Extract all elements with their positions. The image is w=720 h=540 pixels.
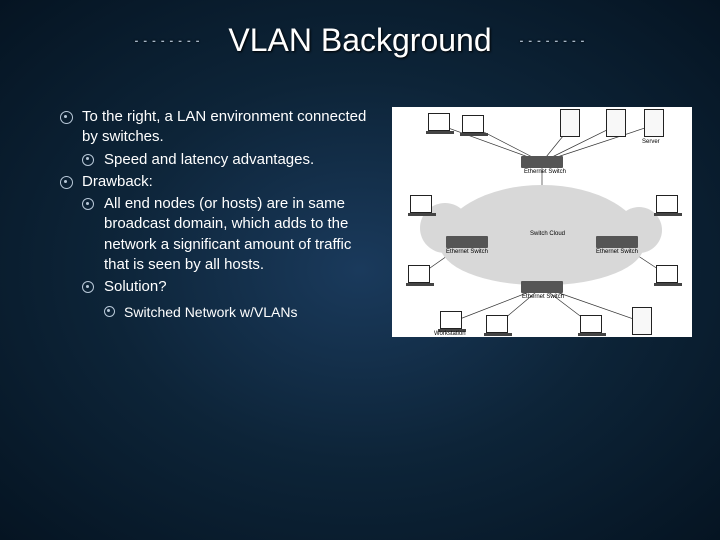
bullet-l2: Solution? — [82, 277, 374, 297]
server-icon — [560, 109, 580, 137]
workstation-icon — [580, 315, 602, 333]
switch-label: Ethernet Switch — [446, 249, 488, 255]
bullet-l1: Drawback: — [60, 172, 374, 192]
switch-icon — [446, 236, 488, 248]
switch-icon — [521, 281, 563, 293]
decor-right: - - - - - - - - — [520, 35, 586, 47]
server-icon — [632, 307, 652, 335]
slide-title: VLAN Background — [228, 22, 491, 59]
switch-label: Ethernet Switch — [596, 249, 638, 255]
workstation-icon — [462, 115, 484, 133]
title-row: - - - - - - - - VLAN Background - - - - … — [0, 0, 720, 59]
workstation-label: Workstation — [434, 331, 466, 337]
decor-left: - - - - - - - - — [135, 35, 201, 47]
network-diagram: Ethernet Switch Ethernet Switch Ethernet… — [392, 107, 692, 337]
server-label: Server — [642, 139, 660, 145]
switch-icon — [521, 156, 563, 168]
switch-icon — [596, 236, 638, 248]
server-icon — [606, 109, 626, 137]
workstation-icon — [440, 311, 462, 329]
bullet-l2: Speed and latency advantages. — [82, 150, 374, 170]
workstation-icon — [656, 265, 678, 283]
workstation-icon — [410, 195, 432, 213]
bullet-l2: All end nodes (or hosts) are in same bro… — [82, 194, 374, 275]
server-icon — [644, 109, 664, 137]
switch-label: Ethernet Switch — [522, 294, 564, 300]
workstation-icon — [408, 265, 430, 283]
workstation-icon — [486, 315, 508, 333]
switch-label: Ethernet Switch — [524, 169, 566, 175]
cloud-label: Switch Cloud — [530, 231, 565, 237]
bullet-list: To the right, a LAN environment connecte… — [60, 107, 374, 337]
workstation-icon — [656, 195, 678, 213]
workstation-icon — [428, 113, 450, 131]
bullet-l3: Switched Network w/VLANs — [104, 303, 374, 322]
content-area: To the right, a LAN environment connecte… — [0, 59, 720, 337]
bullet-l1: To the right, a LAN environment connecte… — [60, 107, 374, 148]
